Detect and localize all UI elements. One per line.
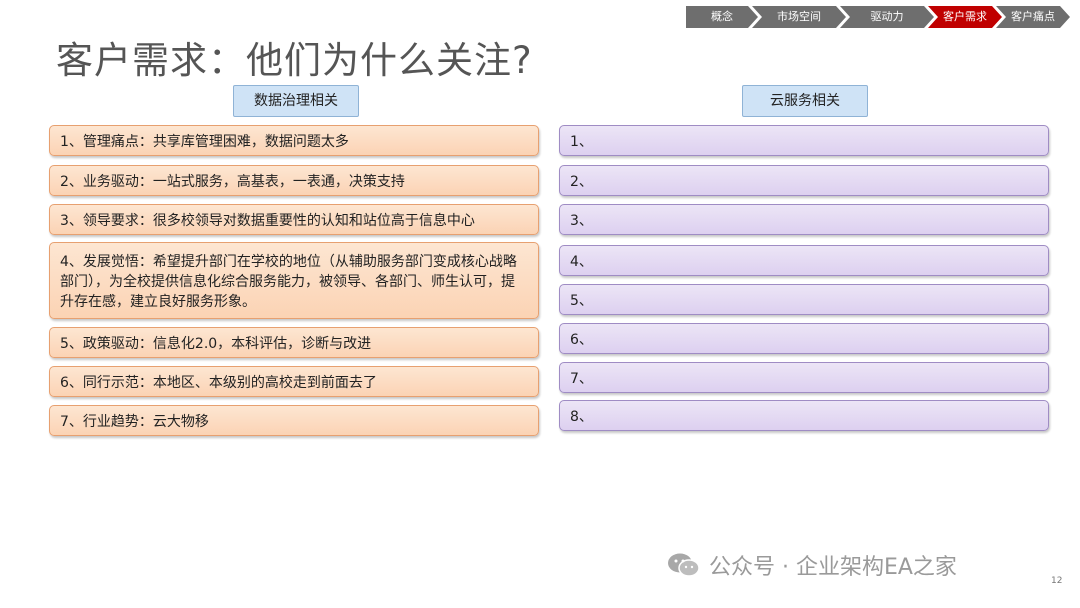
left-column-header: 数据治理相关 (233, 85, 359, 117)
right-item: 4、 (559, 245, 1049, 276)
page-number: 12 (1051, 576, 1063, 586)
right-column-header: 云服务相关 (742, 85, 868, 117)
right-item: 1、 (559, 125, 1049, 156)
left-item: 3、领导要求：很多校领导对数据重要性的认知和站位高于信息中心 (49, 204, 539, 235)
left-item: 2、业务驱动：一站式服务，高基表，一表通，决策支持 (49, 165, 539, 196)
right-item: 7、 (559, 362, 1049, 393)
nav-step-drivers[interactable]: 驱动力 (840, 6, 934, 28)
left-item: 6、同行示范：本地区、本级别的高校走到前面去了 (49, 366, 539, 397)
wechat-icon (668, 553, 700, 577)
left-item: 1、管理痛点：共享库管理困难，数据问题太多 (49, 125, 539, 156)
watermark: 公众号 · 企业架构EA之家 (667, 549, 957, 581)
page-title: 客户需求：他们为什么关注? (56, 39, 533, 82)
left-item: 5、政策驱动：信息化2.0，本科评估，诊断与改进 (49, 327, 539, 358)
nav-step-market-space[interactable]: 市场空间 (752, 6, 846, 28)
right-item: 8、 (559, 400, 1049, 431)
left-item: 7、行业趋势：云大物移 (49, 405, 539, 436)
nav-step-customer-pain-points[interactable]: 客户痛点 (996, 6, 1070, 28)
nav-step-customer-needs[interactable]: 客户需求 (928, 6, 1002, 28)
breadcrumb: 概念 市场空间 驱动力 客户需求 客户痛点 (686, 6, 1070, 28)
nav-step-concept[interactable]: 概念 (686, 6, 758, 28)
right-item: 6、 (559, 323, 1049, 354)
right-item: 2、 (559, 165, 1049, 196)
watermark-text: 公众号 · 企业架构EA之家 (709, 555, 957, 580)
right-item: 5、 (559, 284, 1049, 315)
left-item: 4、发展觉悟：希望提升部门在学校的地位（从辅助服务部门变成核心战略部门），为全校… (49, 242, 539, 319)
right-item: 3、 (559, 204, 1049, 235)
